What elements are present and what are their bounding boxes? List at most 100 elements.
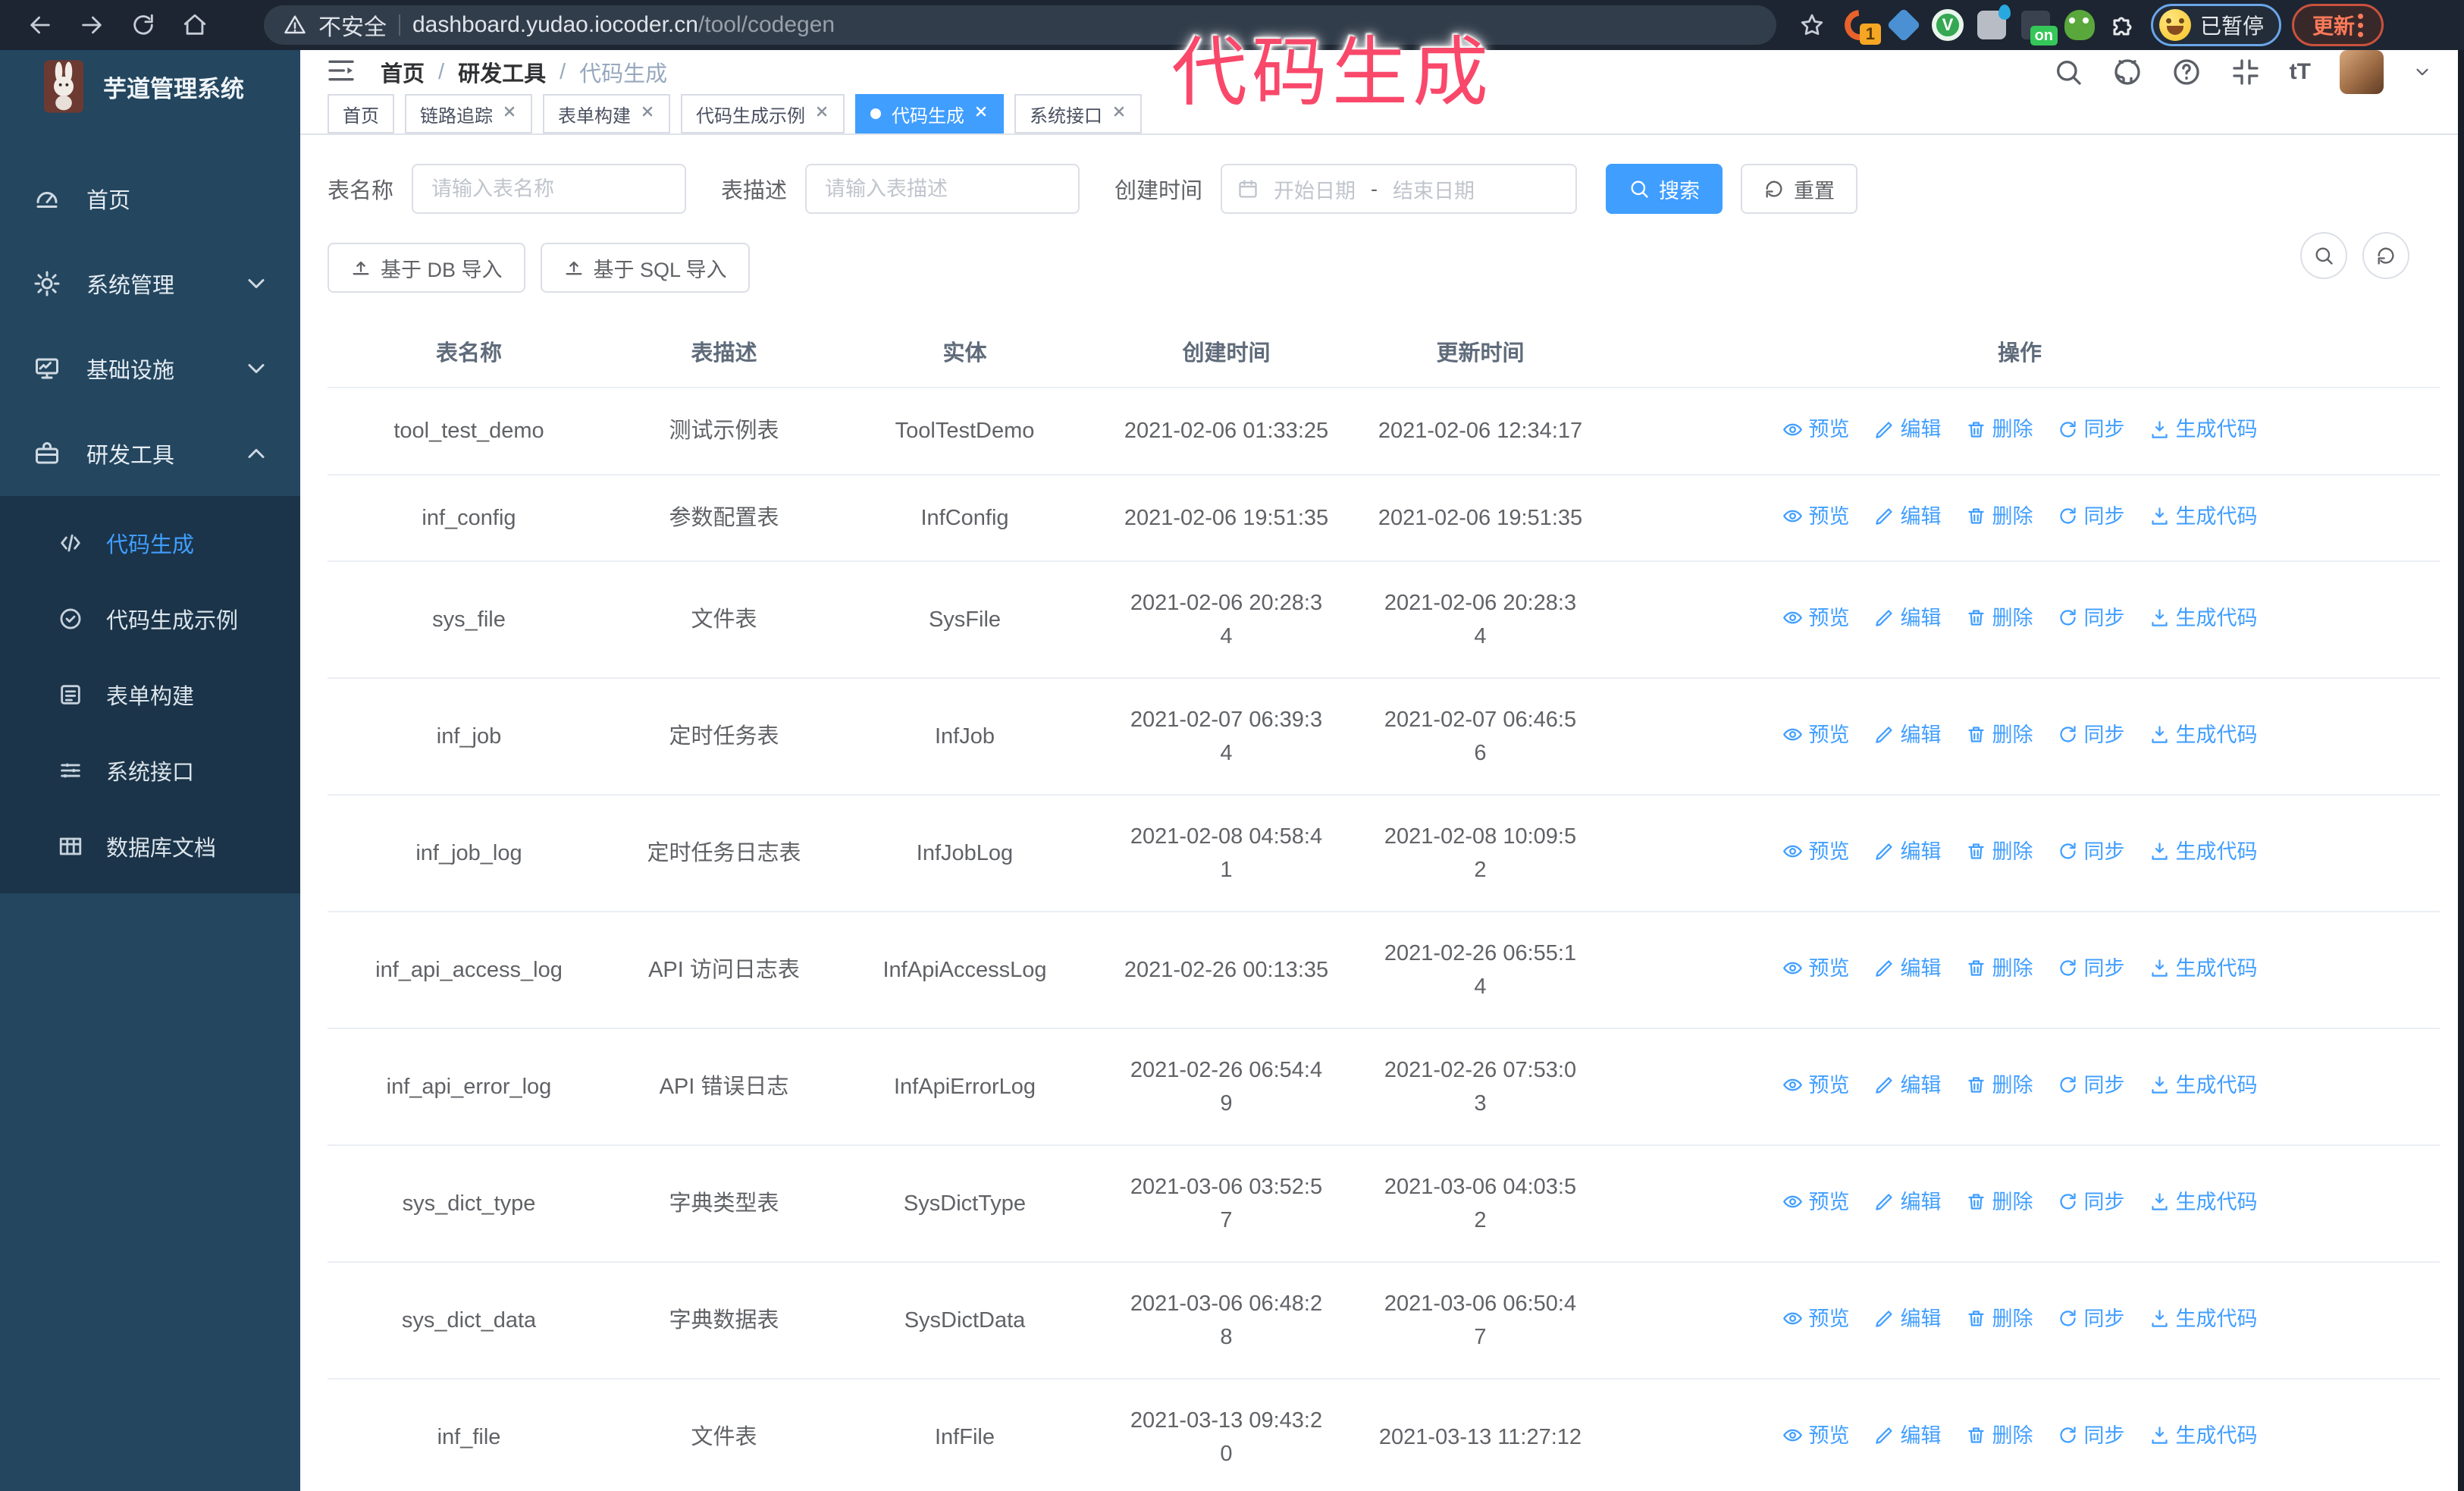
sidebar-item-codegen-example[interactable]: 代码生成示例 xyxy=(0,581,300,657)
delete-link[interactable]: 删除 xyxy=(1966,835,2033,868)
sidebar-item-devtools[interactable]: 研发工具 xyxy=(0,411,300,496)
extension-gray-icon[interactable] xyxy=(1975,5,2011,42)
edit-link[interactable]: 编辑 xyxy=(1874,718,1942,752)
close-icon[interactable] xyxy=(814,103,829,124)
preview-link[interactable]: 预览 xyxy=(1782,952,1850,985)
sidebar-item-system[interactable]: 系统管理 xyxy=(0,241,300,326)
delete-link[interactable]: 删除 xyxy=(1966,500,2033,533)
extension-dark-icon[interactable]: on xyxy=(2019,8,2058,46)
edit-link[interactable]: 编辑 xyxy=(1874,952,1942,985)
edit-link[interactable]: 编辑 xyxy=(1874,1419,1942,1452)
import-db-button[interactable]: 基于 DB 导入 xyxy=(328,243,525,293)
generate-code-link[interactable]: 生成代码 xyxy=(2149,952,2258,985)
preview-link[interactable]: 预览 xyxy=(1782,718,1850,752)
delete-link[interactable]: 删除 xyxy=(1966,601,2033,635)
tab-tracing[interactable]: 链路追踪 xyxy=(405,94,532,133)
tab-codegen[interactable]: 代码生成 xyxy=(855,94,1004,133)
delete-link[interactable]: 删除 xyxy=(1966,718,2033,752)
github-icon[interactable] xyxy=(2112,57,2143,87)
sync-link[interactable]: 同步 xyxy=(2058,1185,2125,1219)
edit-link[interactable]: 编辑 xyxy=(1874,413,1942,446)
preview-link[interactable]: 预览 xyxy=(1782,1069,1850,1102)
fullscreen-icon[interactable] xyxy=(2230,57,2261,87)
generate-code-link[interactable]: 生成代码 xyxy=(2149,718,2258,752)
generate-code-link[interactable]: 生成代码 xyxy=(2149,1302,2258,1336)
address-bar[interactable]: 不安全 dashboard.yudao.iocoder.cn/tool/code… xyxy=(264,5,1776,45)
tab-codegen-example[interactable]: 代码生成示例 xyxy=(681,94,845,133)
delete-link[interactable]: 删除 xyxy=(1966,1419,2033,1452)
tab-form-builder[interactable]: 表单构建 xyxy=(543,94,670,133)
refresh-table-button[interactable] xyxy=(2362,232,2409,279)
table-desc-input[interactable] xyxy=(805,164,1080,214)
sync-link[interactable]: 同步 xyxy=(2058,952,2125,985)
close-icon[interactable] xyxy=(640,103,655,124)
preview-link[interactable]: 预览 xyxy=(1782,1419,1850,1452)
sync-link[interactable]: 同步 xyxy=(2058,1069,2125,1102)
browser-update-button[interactable]: 更新 xyxy=(2292,4,2384,46)
profile-paused-chip[interactable]: 已暂停 xyxy=(2151,4,2282,46)
reset-button[interactable]: 重置 xyxy=(1741,164,1858,214)
hamburger-icon[interactable] xyxy=(326,55,356,89)
generate-code-link[interactable]: 生成代码 xyxy=(2149,1069,2258,1102)
generate-code-link[interactable]: 生成代码 xyxy=(2149,413,2258,446)
browser-menu-icon[interactable] xyxy=(2358,13,2364,37)
sync-link[interactable]: 同步 xyxy=(2058,718,2125,752)
table-name-input[interactable] xyxy=(412,164,687,214)
preview-link[interactable]: 预览 xyxy=(1782,1302,1850,1336)
edit-link[interactable]: 编辑 xyxy=(1874,1302,1942,1336)
delete-link[interactable]: 删除 xyxy=(1966,1069,2033,1102)
sidebar-item-system-api[interactable]: 系统接口 xyxy=(0,733,300,808)
header-search-icon[interactable] xyxy=(2053,57,2083,87)
sidebar-item-form-builder[interactable]: 表单构建 xyxy=(0,657,300,733)
generate-code-link[interactable]: 生成代码 xyxy=(2149,835,2258,868)
delete-link[interactable]: 删除 xyxy=(1966,1302,2033,1336)
browser-reload-button[interactable] xyxy=(123,5,164,46)
sidebar-item-codegen[interactable]: 代码生成 xyxy=(0,505,300,581)
preview-link[interactable]: 预览 xyxy=(1782,601,1850,635)
generate-code-link[interactable]: 生成代码 xyxy=(2149,500,2258,533)
preview-link[interactable]: 预览 xyxy=(1782,413,1850,446)
generate-code-link[interactable]: 生成代码 xyxy=(2149,601,2258,635)
breadcrumb-devtools[interactable]: 研发工具 xyxy=(458,56,546,88)
sync-link[interactable]: 同步 xyxy=(2058,1419,2125,1452)
font-size-icon[interactable]: tT xyxy=(2290,59,2311,85)
sync-link[interactable]: 同步 xyxy=(2058,601,2125,635)
app-logo[interactable]: 芋道管理系统 xyxy=(0,50,300,123)
extensions-puzzle-icon[interactable] xyxy=(2107,8,2140,42)
generate-code-link[interactable]: 生成代码 xyxy=(2149,1419,2258,1452)
close-icon[interactable] xyxy=(502,103,517,124)
help-icon[interactable] xyxy=(2171,57,2202,87)
sidebar-item-home[interactable]: 首页 xyxy=(0,156,300,241)
extension-green-icon[interactable]: V xyxy=(1931,8,1964,42)
preview-link[interactable]: 预览 xyxy=(1782,835,1850,868)
edit-link[interactable]: 编辑 xyxy=(1874,835,1942,868)
toggle-search-button[interactable] xyxy=(2300,232,2347,279)
extension-octo-icon[interactable] xyxy=(2063,8,2096,42)
edit-link[interactable]: 编辑 xyxy=(1874,1185,1942,1219)
close-icon[interactable] xyxy=(1111,103,1127,124)
delete-link[interactable]: 删除 xyxy=(1966,413,2033,446)
preview-link[interactable]: 预览 xyxy=(1782,1185,1850,1219)
tab-home[interactable]: 首页 xyxy=(328,94,394,133)
bookmark-star-icon[interactable] xyxy=(1792,5,1832,46)
edit-link[interactable]: 编辑 xyxy=(1874,500,1942,533)
browser-forward-button[interactable] xyxy=(71,5,112,46)
browser-home-button[interactable] xyxy=(174,5,215,46)
delete-link[interactable]: 删除 xyxy=(1966,952,2033,985)
sync-link[interactable]: 同步 xyxy=(2058,500,2125,533)
tab-system-api[interactable]: 系统接口 xyxy=(1014,94,1142,133)
generate-code-link[interactable]: 生成代码 xyxy=(2149,1185,2258,1219)
sync-link[interactable]: 同步 xyxy=(2058,1302,2125,1336)
edit-link[interactable]: 编辑 xyxy=(1874,601,1942,635)
preview-link[interactable]: 预览 xyxy=(1782,500,1850,533)
import-sql-button[interactable]: 基于 SQL 导入 xyxy=(540,243,750,293)
close-icon[interactable] xyxy=(973,103,989,124)
browser-back-button[interactable] xyxy=(20,5,61,46)
date-range-picker[interactable]: 开始日期 - 结束日期 xyxy=(1221,164,1578,214)
user-avatar[interactable] xyxy=(2340,50,2384,94)
search-button[interactable]: 搜索 xyxy=(1606,164,1723,214)
sync-link[interactable]: 同步 xyxy=(2058,835,2125,868)
sidebar-item-db-doc[interactable]: 数据库文档 xyxy=(0,808,300,884)
breadcrumb-home[interactable]: 首页 xyxy=(381,56,425,88)
extension-gem-icon[interactable] xyxy=(1886,8,1921,42)
